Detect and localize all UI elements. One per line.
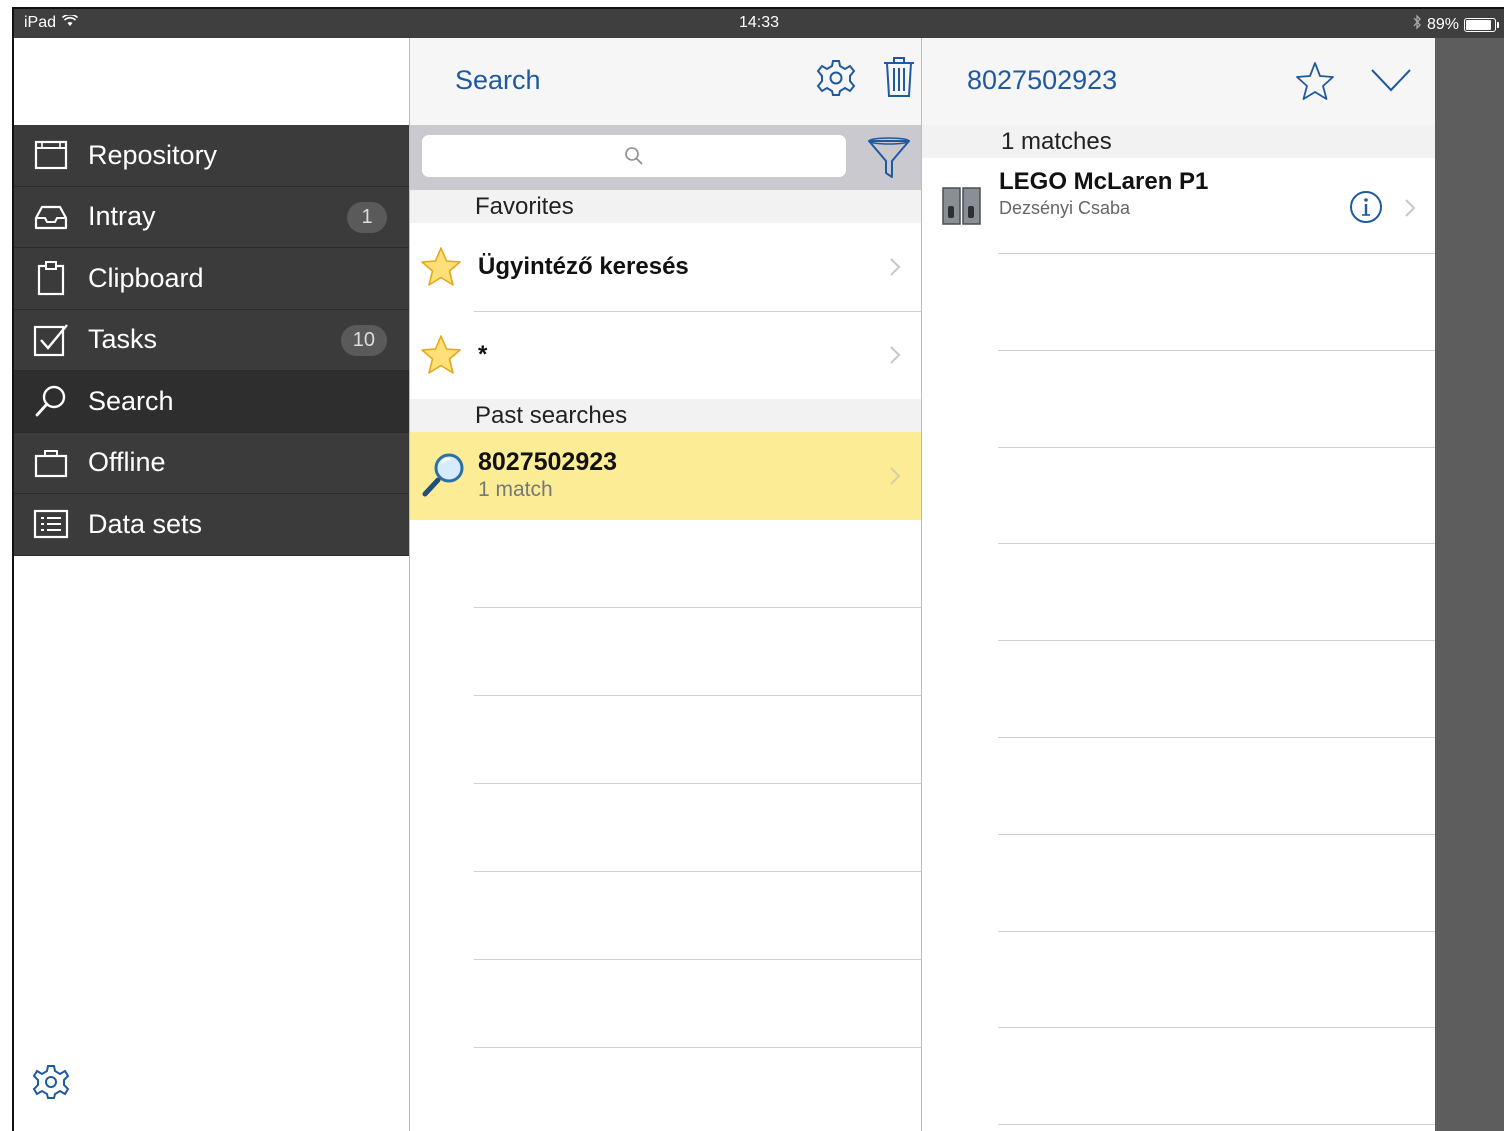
favorite-label: Ügyintéző keresés (478, 253, 689, 280)
star-outline-icon[interactable] (1294, 60, 1336, 102)
chevron-right-icon (890, 467, 901, 485)
magnifier-icon (420, 450, 468, 498)
sidebar-item-label: Tasks (88, 324, 158, 355)
result-item[interactable]: LEGO McLaren P1 Dezsényi Csaba (922, 158, 1435, 254)
chevron-down-icon[interactable] (1370, 66, 1412, 94)
window-icon (33, 137, 69, 173)
favorites-header: Favorites (410, 190, 921, 223)
empty-row (922, 1028, 1435, 1125)
favorite-item[interactable]: * (410, 311, 921, 399)
empty-row (922, 254, 1435, 351)
search-icon (625, 147, 643, 165)
tasks-count-badge: 10 (340, 324, 387, 356)
empty-row (922, 932, 1435, 1029)
empty-row (410, 608, 921, 696)
intray-count-badge: 1 (347, 201, 387, 233)
list-icon (33, 506, 69, 542)
star-icon (419, 333, 463, 377)
sidebar-item-clipboard[interactable]: Clipboard (14, 248, 409, 310)
trash-icon[interactable] (882, 55, 916, 99)
status-bar: iPad 14:33 89% (14, 9, 1504, 38)
sidebar-item-repository[interactable]: Repository (14, 125, 409, 187)
sidebar-item-label: Intray (88, 201, 156, 232)
matches-count-header: 1 matches (922, 125, 1435, 158)
sidebar-item-intray[interactable]: Intray 1 (14, 187, 409, 248)
sidebar-item-label: Data sets (88, 508, 203, 539)
empty-row (922, 738, 1435, 835)
chevron-right-icon (1405, 199, 1416, 217)
chevron-right-icon (890, 258, 901, 276)
bluetooth-icon (1412, 14, 1422, 35)
empty-row (922, 544, 1435, 641)
sidebar-item-search[interactable]: Search (14, 371, 409, 433)
settings-gear-icon[interactable] (32, 1063, 70, 1101)
filter-icon[interactable] (866, 135, 912, 181)
search-bar (410, 125, 921, 190)
status-time: 14:33 (738, 14, 780, 31)
sidebar: Repository Intray 1 Clipboard Tasks 10 S… (14, 38, 409, 1131)
empty-row (922, 448, 1435, 545)
sidebar-item-offline[interactable]: Offline (14, 433, 409, 494)
favorite-item[interactable]: Ügyintéző keresés (410, 223, 921, 312)
sidebar-item-label: Search (88, 385, 174, 416)
result-title: LEGO McLaren P1 (999, 168, 1209, 195)
favorite-label: * (478, 341, 488, 368)
status-right: 89% (1412, 14, 1499, 35)
search-panel-header: Search (410, 38, 921, 125)
battery-icon (1464, 17, 1499, 32)
empty-row (922, 641, 1435, 738)
empty-row (410, 696, 921, 784)
gear-icon[interactable] (816, 58, 856, 98)
empty-row (922, 835, 1435, 932)
sidebar-header (14, 38, 409, 125)
results-panel: 8027502923 1 matches LEGO McLaren P1 Dez… (921, 38, 1435, 1131)
background-strip (1435, 38, 1504, 1131)
panel-title: Search (455, 65, 541, 95)
past-search-match-count: 1 match (478, 478, 553, 501)
briefcase-icon (33, 445, 69, 481)
info-icon[interactable] (1349, 190, 1383, 224)
sidebar-item-tasks[interactable]: Tasks 10 (14, 310, 409, 371)
sidebar-item-label: Offline (88, 447, 166, 478)
empty-row (410, 960, 921, 1048)
star-icon (419, 245, 463, 289)
battery-percent: 89% (1426, 15, 1459, 33)
search-panel: Search Favorites Ügyintéző keresés * Pas… (409, 38, 921, 1131)
sidebar-item-label: Clipboard (88, 262, 204, 293)
results-panel-header: 8027502923 (922, 38, 1435, 125)
search-input[interactable] (422, 135, 846, 177)
empty-row (410, 784, 921, 872)
result-subtitle: Dezsényi Csaba (999, 198, 1131, 218)
past-search-label: 8027502923 (478, 448, 618, 476)
empty-row (410, 872, 921, 960)
past-searches-header: Past searches (410, 399, 921, 432)
empty-row (410, 520, 921, 608)
search-icon (33, 383, 69, 419)
sidebar-nav: Repository Intray 1 Clipboard Tasks 10 S… (14, 125, 409, 556)
past-search-item[interactable]: 8027502923 1 match (410, 432, 921, 520)
sidebar-item-label: Repository (88, 139, 218, 170)
inbox-tray-icon (33, 199, 69, 235)
clipboard-icon (33, 260, 69, 296)
empty-row (922, 351, 1435, 448)
binder-icon (942, 186, 982, 226)
chevron-right-icon (890, 346, 901, 364)
checkbox-icon (33, 322, 69, 358)
results-title: 8027502923 (967, 65, 1118, 95)
sidebar-item-data-sets[interactable]: Data sets (14, 494, 409, 556)
